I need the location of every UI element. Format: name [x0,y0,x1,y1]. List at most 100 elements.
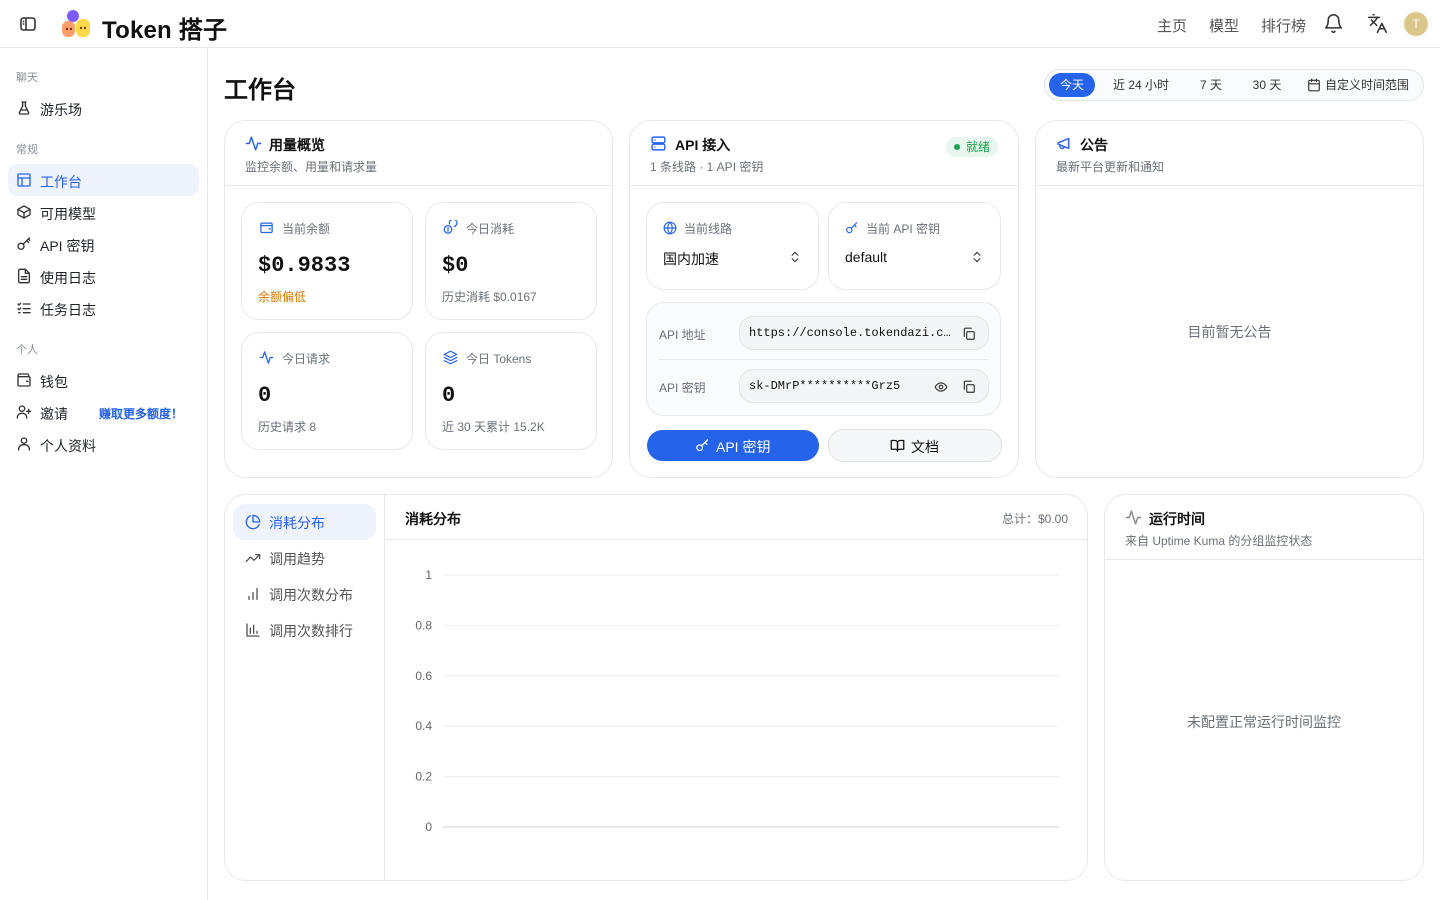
stat-value: $0.9833 [258,253,351,278]
sidebar-item-wallet[interactable]: 钱包 [8,364,199,396]
tab-cost-distribution[interactable]: 消耗分布 [233,504,376,540]
api-key-field[interactable]: sk-DMrP**********Grz5 [739,369,989,403]
wallet-icon [259,220,274,235]
api-key-value: sk-DMrP**********Grz5 [749,379,901,393]
sidebar-section-personal: 个人 [16,344,38,356]
avatar[interactable]: T [1404,12,1428,36]
announcements-empty-text: 目前暂无公告 [1187,324,1272,340]
activity-icon [245,135,262,152]
range-custom-button[interactable]: 自定义时间范围 [1307,73,1411,97]
copy-icon[interactable] [962,380,976,394]
trending-up-icon [245,550,261,566]
sidebar-item-label: 游乐场 [40,102,82,118]
chart-panel-title: 消耗分布 [405,511,461,527]
card-divider [1036,185,1423,186]
announcements-subtitle: 最新平台更新和通知 [1056,160,1165,174]
api-address-field[interactable]: https://console.tokendazi.com [739,316,989,350]
api-key-button[interactable]: API 密钥 [647,430,819,461]
sidebar-section-chat: 聊天 [16,72,38,84]
stat-note: 近 30 天累计 15.2K [442,420,545,434]
copy-icon[interactable] [962,327,976,341]
api-access-card: API 接入 1 条线路 · 1 API 密钥 就绪 当前线路 国内加速 当前 … [629,120,1019,478]
sidebar-item-label: 任务日志 [40,302,96,318]
sidebar-toggle-icon[interactable] [18,14,38,34]
chart-total: 总计：$0.00 [1002,510,1068,527]
api-key-select[interactable]: 当前 API 密钥 default [828,202,1001,290]
nav-home-link[interactable]: 主页 [1157,15,1187,36]
logo-icon[interactable] [60,7,92,39]
range-24h-button[interactable]: 近 24 小时 [1105,73,1177,97]
coins-icon [443,220,458,235]
sidebar: 聊天 游乐场 常规 工作台 可用模型 API 密钥 使用日志 任务日志 个人 钱… [0,48,208,900]
calendar-icon [1307,78,1321,92]
sidebar-item-profile[interactable]: 个人资料 [8,428,199,460]
card-divider [225,185,612,186]
stat-label: 当前余额 [282,222,331,236]
stat-note: 历史请求 8 [258,420,317,434]
key-icon [695,438,710,453]
stat-label: 今日 Tokens [466,352,532,366]
stat-balance: 当前余额 $0.9833 余额偏低 [241,202,413,320]
globe-icon [663,221,677,235]
sidebar-item-task-logs[interactable]: 任务日志 [8,292,199,324]
invite-promo-text[interactable]: 赚取更多额度！ [99,405,183,422]
route-select[interactable]: 当前线路 国内加速 [646,202,819,290]
stat-today-tokens: 今日 Tokens 0 近 30 天累计 15.2K [425,332,597,450]
y-tick-label: 0.6 [415,669,432,683]
y-tick-label: 0.8 [415,618,432,632]
top-bar: Token 搭子 主页 模型 排行榜 T [0,0,1440,48]
y-tick-label: 0.2 [415,770,432,784]
api-card-subtitle: 1 条线路 · 1 API 密钥 [650,160,764,174]
tab-call-count-distribution[interactable]: 调用次数分布 [233,576,376,612]
cost-distribution-chart: 0 0.2 0.4 0.6 0.8 1 [415,568,1059,834]
card-divider [630,185,1018,186]
key-icon [845,221,859,235]
chart-total-label: 总计： [1001,512,1038,526]
stat-value: 0 [258,383,272,408]
route-select-label: 当前线路 [684,222,733,236]
range-30d-button[interactable]: 30 天 [1245,73,1289,97]
range-7d-button[interactable]: 7 天 [1191,73,1231,97]
brand-name[interactable]: Token 搭子 [102,10,227,45]
sidebar-item-playground[interactable]: 游乐场 [8,92,199,124]
tab-call-trend[interactable]: 调用趋势 [233,540,376,576]
docs-button[interactable]: 文档 [828,429,1002,462]
user-plus-icon [16,404,32,420]
eye-icon[interactable] [934,380,948,394]
list-checks-icon [16,300,32,316]
api-key-select-label: 当前 API 密钥 [866,222,941,236]
sidebar-item-api-keys[interactable]: API 密钥 [8,228,199,260]
range-today-button[interactable]: 今天 [1049,73,1095,97]
sidebar-item-usage-logs[interactable]: 使用日志 [8,260,199,292]
sidebar-item-models[interactable]: 可用模型 [8,196,199,228]
uptime-subtitle: 来自 Uptime Kuma 的分组监控状态 [1125,534,1313,548]
chevrons-up-down-icon [970,250,984,264]
bar-chart-icon [245,586,261,602]
nav-leaderboard-link[interactable]: 排行榜 [1261,15,1306,36]
usage-overview-card: 用量概览 监控余额、用量和请求量 当前余额 $0.9833 余额偏低 今日消耗 … [224,120,613,478]
page-title: 工作台 [224,77,296,104]
translate-icon[interactable] [1367,13,1388,34]
announcements-title: 公告 [1080,137,1108,153]
y-tick-label: 0 [425,820,432,834]
sidebar-item-invite[interactable]: 邀请 赚取更多额度！ [8,396,199,428]
activity-icon [259,350,274,365]
usage-card-title: 用量概览 [269,137,325,153]
bar-chart-ranking-icon [245,622,261,638]
sidebar-item-label: 个人资料 [40,438,96,454]
y-tick-label: 1 [425,568,432,582]
server-icon [650,135,667,152]
api-key-select-value: default [845,249,888,265]
pie-chart-icon [245,514,261,530]
bell-icon[interactable] [1323,13,1344,34]
status-badge: 就绪 [945,137,998,157]
range-custom-label: 自定义时间范围 [1325,78,1410,92]
book-open-icon [890,438,905,453]
nav-models-link[interactable]: 模型 [1209,15,1239,36]
api-key-button-label: API 密钥 [716,439,771,455]
dashboard-icon [16,172,32,188]
sidebar-item-dashboard[interactable]: 工作台 [8,164,199,196]
uptime-title: 运行时间 [1149,511,1205,527]
tab-call-count-ranking[interactable]: 调用次数排行 [233,612,376,648]
cube-icon [16,204,32,220]
